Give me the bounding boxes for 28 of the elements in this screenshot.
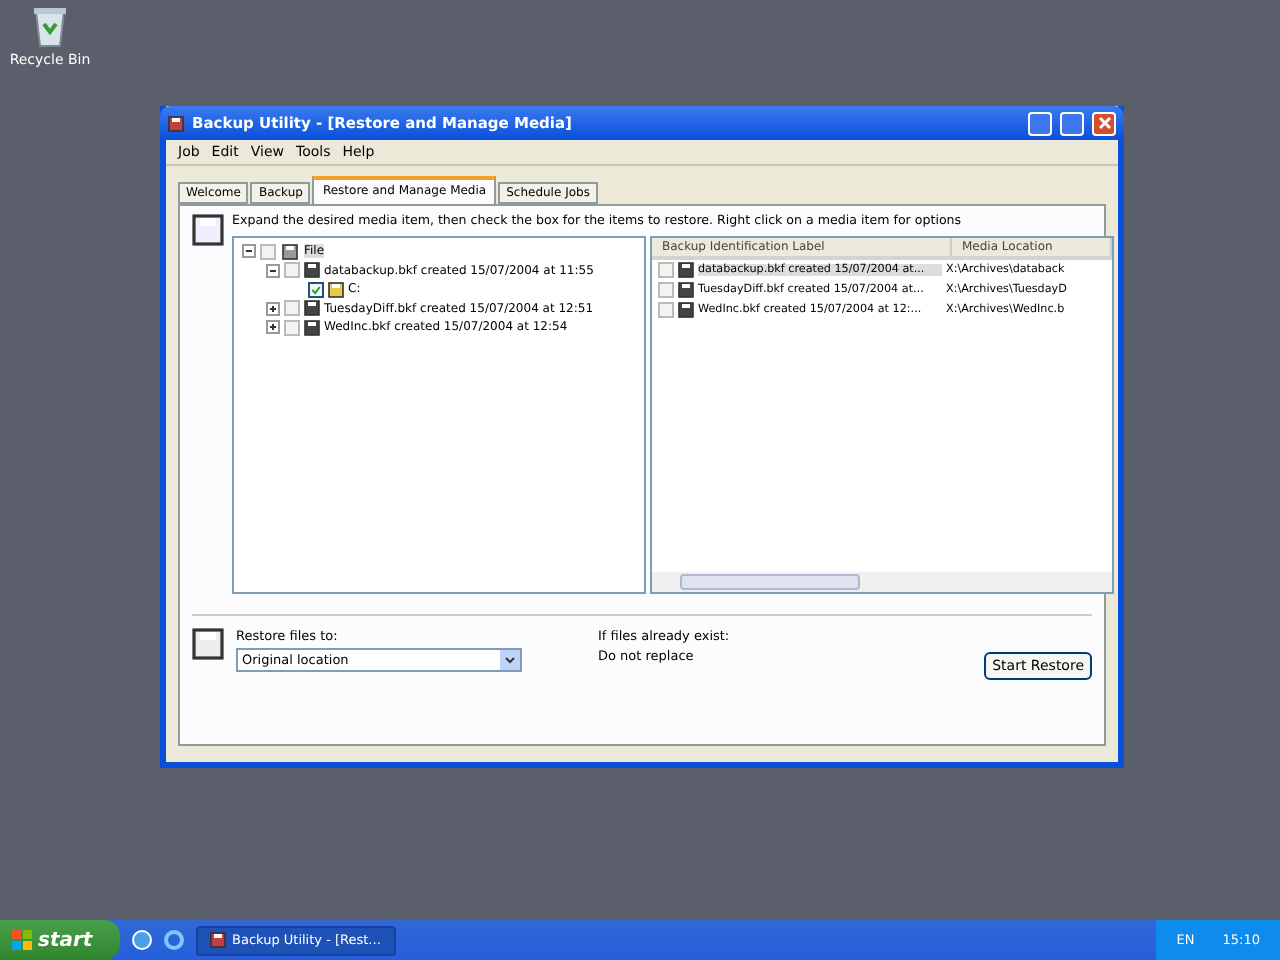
app-icon — [168, 115, 184, 131]
minimize-button[interactable] — [1028, 111, 1052, 135]
collapse-icon[interactable] — [242, 244, 256, 259]
collapse-icon[interactable] — [266, 263, 280, 278]
trash-bin-icon[interactable] — [30, 4, 70, 48]
tape-icon — [678, 262, 694, 278]
tape-icon — [304, 262, 320, 279]
checkbox[interactable] — [308, 281, 324, 298]
folder-icon — [328, 281, 344, 298]
checkbox[interactable] — [284, 262, 300, 279]
tape-icon — [678, 302, 694, 318]
close-button[interactable] — [1092, 111, 1116, 135]
checkbox[interactable] — [658, 282, 674, 298]
start-button[interactable]: start — [0, 920, 120, 960]
horizontal-scrollbar[interactable] — [652, 572, 1112, 592]
checkbox[interactable] — [658, 262, 674, 278]
app-icon — [210, 932, 226, 948]
expand-icon[interactable] — [266, 320, 280, 335]
tape-icon — [678, 282, 694, 298]
checkbox[interactable] — [284, 319, 300, 336]
windows-logo-icon — [12, 930, 32, 950]
maximize-button[interactable] — [1060, 111, 1084, 135]
checkbox[interactable] — [658, 302, 674, 318]
close-icon — [1097, 116, 1111, 130]
checkbox[interactable] — [260, 243, 276, 260]
drive-icon — [280, 243, 300, 260]
checkbox[interactable] — [284, 300, 300, 317]
expand-icon[interactable] — [266, 301, 280, 316]
